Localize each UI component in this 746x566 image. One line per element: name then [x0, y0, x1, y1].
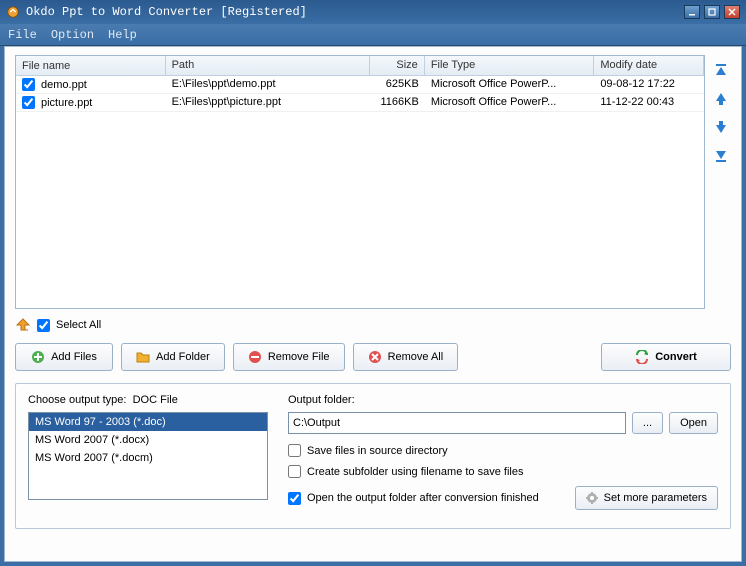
minus-icon [248, 350, 262, 364]
row-type: Microsoft Office PowerP... [425, 94, 595, 111]
row-size: 1166KB [370, 94, 425, 111]
output-type-item[interactable]: MS Word 2007 (*.docm) [29, 449, 267, 467]
menu-help[interactable]: Help [108, 28, 137, 42]
folder-up-icon[interactable] [15, 317, 31, 333]
minimize-button[interactable] [684, 5, 700, 19]
remove-all-button[interactable]: Remove All [353, 343, 459, 371]
convert-label: Convert [655, 351, 697, 363]
folder-icon [136, 350, 150, 364]
add-folder-button[interactable]: Add Folder [121, 343, 225, 371]
row-path: E:\Files\ppt\picture.ppt [166, 94, 370, 111]
open-after-checkbox[interactable] [288, 492, 301, 505]
add-files-button[interactable]: Add Files [15, 343, 113, 371]
menu-file[interactable]: File [8, 28, 37, 42]
row-type: Microsoft Office PowerP... [425, 76, 595, 93]
row-path: E:\Files\ppt\demo.ppt [166, 76, 370, 93]
table-row[interactable]: demo.ppt E:\Files\ppt\demo.ppt625KBMicros… [16, 76, 704, 94]
open-folder-button[interactable]: Open [669, 412, 718, 434]
remove-file-button[interactable]: Remove File [233, 343, 345, 371]
col-header-date[interactable]: Modify date [594, 56, 704, 75]
titlebar: Okdo Ppt to Word Converter [Registered] [0, 0, 746, 24]
row-filename: picture.ppt [41, 97, 92, 109]
move-up-button[interactable] [713, 91, 729, 107]
file-table: File name Path Size File Type Modify dat… [15, 55, 705, 309]
output-folder-label: Output folder: [288, 394, 718, 406]
window-title: Okdo Ppt to Word Converter [Registered] [26, 5, 684, 19]
output-type-item[interactable]: MS Word 97 - 2003 (*.doc) [29, 413, 267, 431]
output-type-list[interactable]: MS Word 97 - 2003 (*.doc)MS Word 2007 (*… [28, 412, 268, 500]
create-subfolder-checkbox[interactable] [288, 465, 301, 478]
move-top-button[interactable] [713, 63, 729, 79]
col-header-size[interactable]: Size [370, 56, 425, 75]
remove-file-label: Remove File [268, 351, 330, 363]
gear-icon [586, 492, 598, 504]
col-header-name[interactable]: File name [16, 56, 166, 75]
set-more-parameters-label: Set more parameters [604, 492, 707, 504]
create-subfolder-label: Create subfolder using filename to save … [307, 466, 523, 478]
select-all-checkbox[interactable] [37, 319, 50, 332]
maximize-button[interactable] [704, 5, 720, 19]
row-checkbox[interactable] [22, 96, 35, 109]
menubar: File Option Help [0, 24, 746, 46]
output-folder-input[interactable] [288, 412, 626, 434]
choose-output-type-label: Choose output type: DOC File [28, 394, 268, 406]
add-files-label: Add Files [51, 351, 97, 363]
plus-icon [31, 350, 45, 364]
select-all-label: Select All [56, 319, 101, 331]
output-type-item[interactable]: MS Word 2007 (*.docx) [29, 431, 267, 449]
menu-option[interactable]: Option [51, 28, 94, 42]
add-folder-label: Add Folder [156, 351, 210, 363]
move-down-button[interactable] [713, 119, 729, 135]
col-header-type[interactable]: File Type [425, 56, 595, 75]
save-source-checkbox[interactable] [288, 444, 301, 457]
row-size: 625KB [370, 76, 425, 93]
remove-all-icon [368, 350, 382, 364]
convert-button[interactable]: Convert [601, 343, 731, 371]
table-row[interactable]: picture.ppt E:\Files\ppt\picture.ppt1166K… [16, 94, 704, 112]
row-filename: demo.ppt [41, 79, 87, 91]
row-checkbox[interactable] [22, 78, 35, 91]
app-icon [6, 5, 20, 19]
move-bottom-button[interactable] [713, 147, 729, 163]
open-after-label: Open the output folder after conversion … [307, 492, 539, 504]
row-date: 11-12-22 00:43 [594, 94, 704, 111]
col-header-path[interactable]: Path [166, 56, 370, 75]
browse-button[interactable]: ... [632, 412, 663, 434]
save-source-label: Save files in source directory [307, 445, 448, 457]
close-button[interactable] [724, 5, 740, 19]
remove-all-label: Remove All [388, 351, 444, 363]
convert-icon [635, 350, 649, 364]
row-date: 09-08-12 17:22 [594, 76, 704, 93]
set-more-parameters-button[interactable]: Set more parameters [575, 486, 718, 510]
